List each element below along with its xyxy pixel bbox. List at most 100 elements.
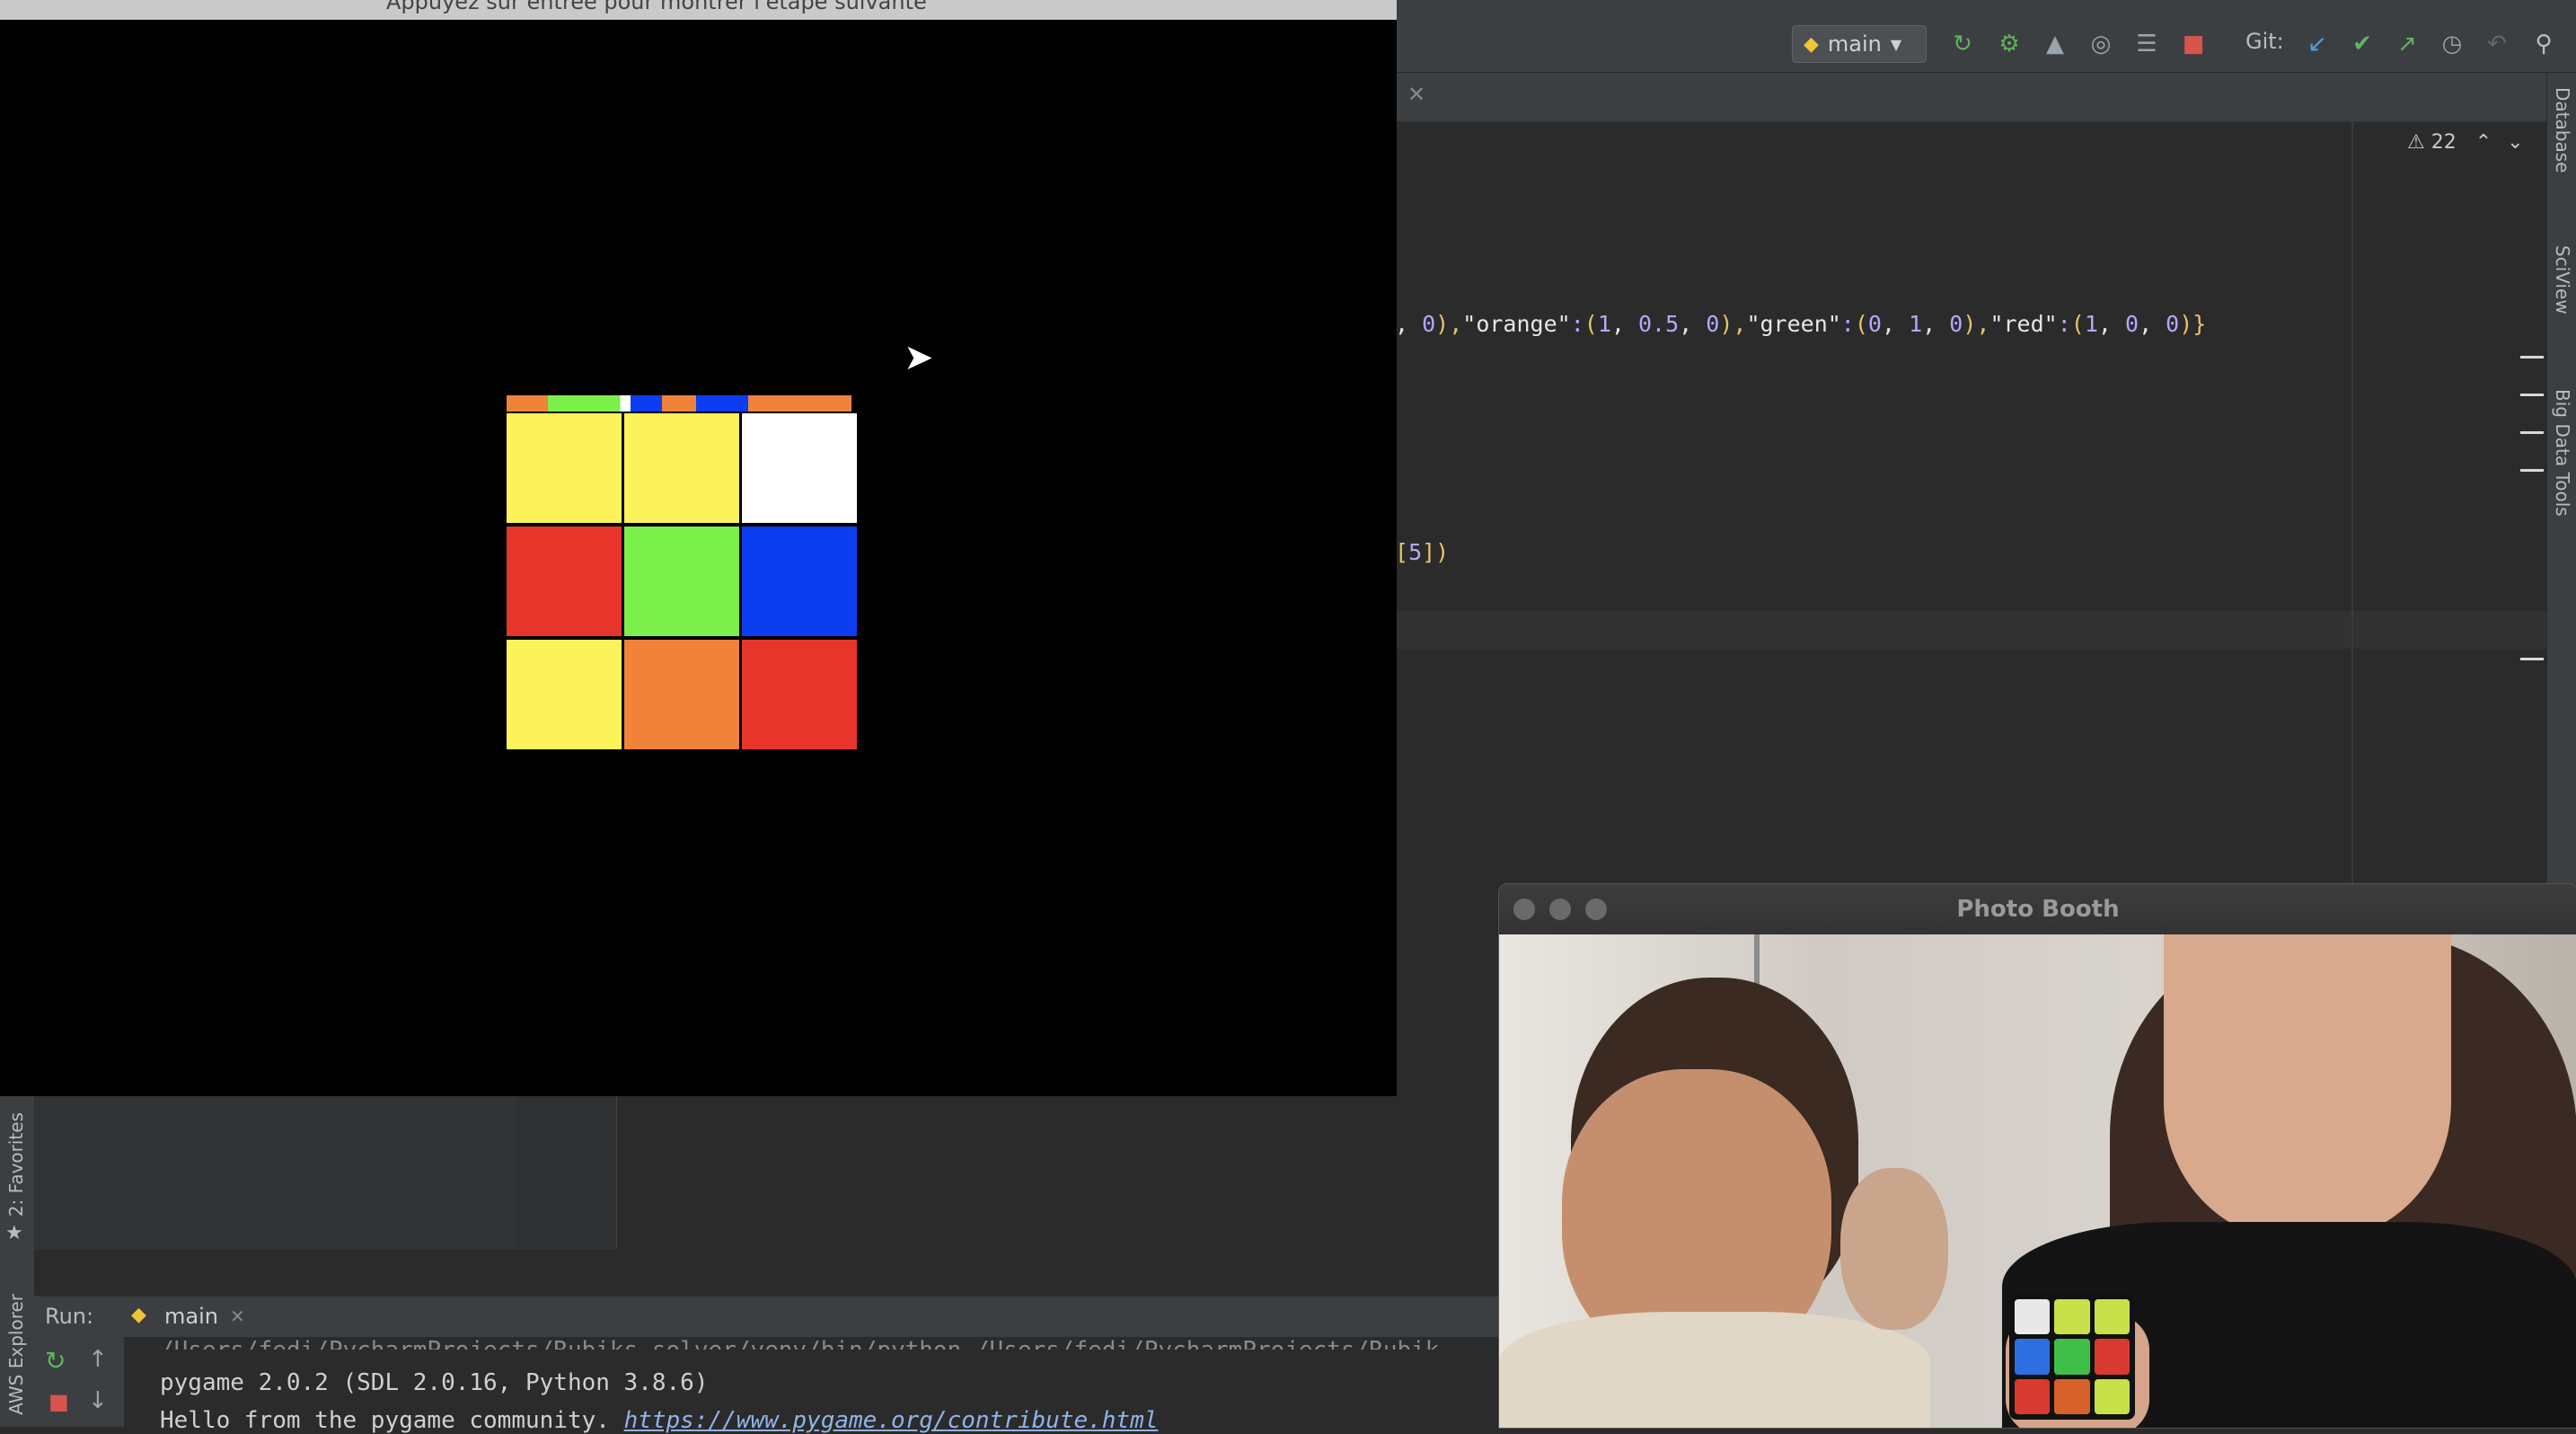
window-title: Appuyez sur entrée pour montrer l'étape …: [386, 0, 927, 14]
run-config-label: main: [1827, 31, 1882, 57]
left-tool-strip: 2: Favorites ★ AWS Explorer: [0, 1096, 35, 1427]
warning-count: 22: [2430, 131, 2457, 154]
run-tab-main[interactable]: main: [164, 1304, 218, 1329]
close-icon[interactable]: ✕: [230, 1306, 245, 1327]
git-history-icon[interactable]: ◷: [2439, 31, 2466, 58]
cube-sticker: [507, 413, 622, 523]
git-update-icon[interactable]: ↙: [2304, 31, 2331, 58]
tool-tab-big-data-tools[interactable]: Big Data Tools: [2552, 389, 2573, 517]
physical-cube-sticker: [2054, 1378, 2090, 1414]
console-line: pygame 2.0.2 (SDL 2.0.16, Python 3.8.6): [160, 1369, 709, 1396]
error-stripe-mark[interactable]: [2520, 658, 2544, 660]
code-token: ),: [1963, 311, 1990, 337]
code-token: 0.5: [1638, 311, 1680, 337]
code-token: 1: [2084, 311, 2098, 337]
code-token: ,: [2139, 311, 2166, 337]
code-token: 0: [1706, 311, 1720, 337]
cube-sticker: [624, 640, 739, 749]
cube-sticker: [507, 527, 622, 636]
git-commit-icon[interactable]: ✔: [2349, 31, 2376, 58]
arrow-up-icon[interactable]: ↑: [88, 1346, 108, 1373]
cube-sticker: [507, 640, 622, 749]
profile-icon[interactable]: ◎: [2087, 31, 2114, 58]
code-token: ,: [1881, 311, 1910, 337]
coverage-icon[interactable]: ▲: [2042, 31, 2069, 58]
code-token: 0: [2125, 311, 2139, 337]
photo-booth-window[interactable]: Photo Booth: [1498, 883, 2576, 1429]
close-tab-icon[interactable]: ✕: [1407, 82, 1425, 107]
physical-cube-sticker: [2094, 1339, 2130, 1375]
photo-booth-titlebar[interactable]: Photo Booth: [1499, 884, 2576, 935]
git-push-icon[interactable]: ↗: [2394, 31, 2421, 58]
error-stripe-mark[interactable]: [2520, 469, 2544, 472]
console-line: Hello from the pygame community. https:/…: [160, 1407, 1158, 1434]
ide-toolbar: ◆ main ▼ ↻ ⚙ ▲ ◎ ☰ ■ Git: ↙ ✔ ↗ ◷ ↶ ⚲: [1397, 0, 2576, 73]
physical-cube-sticker: [2015, 1299, 2051, 1335]
line-gutter: [516, 1096, 617, 1249]
person-background-face: [1840, 1168, 1948, 1330]
code-token: "green": [1746, 311, 1841, 337]
run-config-selector[interactable]: ◆ main ▼: [1792, 25, 1927, 63]
code-token: 1: [1909, 311, 1923, 337]
editor-tabbar: ✕: [1397, 73, 2576, 122]
camera-view: [1499, 934, 2576, 1428]
physical-rubiks-cube: [2009, 1294, 2135, 1420]
stop-icon[interactable]: ■: [49, 1389, 69, 1414]
console-link[interactable]: https://www.pygame.org/contribute.html: [624, 1407, 1159, 1434]
physical-cube-sticker: [2015, 1339, 2051, 1375]
warning-icon: ⚠: [2407, 131, 2425, 154]
chevron-down-icon[interactable]: ⌄: [2507, 131, 2523, 154]
physical-cube-sticker: [2094, 1378, 2130, 1414]
code-token: )}: [2179, 311, 2207, 337]
tool-tab-favorites[interactable]: 2: Favorites: [5, 1112, 27, 1217]
arrow-down-icon[interactable]: ↓: [88, 1387, 108, 1414]
code-token: ,: [2097, 311, 2125, 337]
run-toolbar: ↻ ↑ ■ ↓: [34, 1337, 124, 1427]
git-rollback-icon[interactable]: ↶: [2483, 31, 2510, 58]
tool-tab-database[interactable]: Database: [2552, 87, 2573, 173]
rubiks-cube-render: [503, 395, 857, 755]
console-command-line: /Users/fedi/PycharmProjects/Rubiks_solve…: [160, 1337, 1489, 1350]
cube-sticker: [624, 413, 739, 523]
code-token: (: [1854, 311, 1868, 337]
code-token: :: [1840, 311, 1855, 337]
run-console[interactable]: /Users/fedi/PycharmProjects/Rubiks_solve…: [124, 1337, 1498, 1434]
chevron-up-icon[interactable]: ⌃: [2475, 131, 2492, 154]
tool-tab-sciview[interactable]: SciView: [2552, 245, 2573, 314]
person-face: [2164, 934, 2451, 1240]
code-token: ,: [1679, 311, 1707, 337]
pygame-window[interactable]: Appuyez sur entrée pour montrer l'étape …: [0, 0, 1397, 1096]
concurrency-icon[interactable]: ☰: [2133, 31, 2160, 58]
code-token: ),: [1719, 311, 1747, 337]
person-shirt: [1499, 1312, 1930, 1428]
code-token: :: [2057, 311, 2071, 337]
star-icon: ★: [5, 1222, 23, 1244]
chevron-down-icon: ▼: [1890, 35, 1902, 53]
physical-cube-sticker: [2015, 1378, 2051, 1414]
physical-cube-sticker: [2094, 1299, 2130, 1335]
code-token: 0: [1422, 311, 1436, 337]
rerun-icon[interactable]: ↻: [1949, 31, 1976, 58]
code-token: (: [2070, 311, 2085, 337]
cube-sticker: [742, 413, 857, 523]
debug-icon[interactable]: ⚙: [1996, 31, 2023, 58]
search-icon[interactable]: ⚲: [2530, 31, 2557, 58]
rerun-icon[interactable]: ↻: [45, 1346, 66, 1376]
pygame-titlebar[interactable]: Appuyez sur entrée pour montrer l'étape …: [0, 0, 1397, 20]
error-stripe-mark[interactable]: [2520, 431, 2544, 434]
tool-tab-aws-explorer[interactable]: AWS Explorer: [5, 1294, 27, 1415]
git-label: Git:: [2245, 29, 2284, 54]
code-token: ,: [1395, 311, 1423, 337]
code-token: ,: [1922, 311, 1950, 337]
inspection-widget[interactable]: ⚠ 22 ⌃ ⌄: [2407, 131, 2524, 154]
error-stripe-mark[interactable]: [2520, 356, 2544, 358]
code-token: :: [1570, 311, 1584, 337]
code-token: 0: [2166, 311, 2180, 337]
error-stripe-mark[interactable]: [2520, 394, 2544, 396]
code-token: (: [1584, 311, 1598, 337]
python-icon: ◆: [131, 1304, 146, 1326]
cube-sticker: [624, 527, 739, 636]
stop-icon[interactable]: ■: [2180, 31, 2207, 58]
code-token: "orange": [1462, 311, 1571, 337]
code-token: 1: [1597, 311, 1611, 337]
